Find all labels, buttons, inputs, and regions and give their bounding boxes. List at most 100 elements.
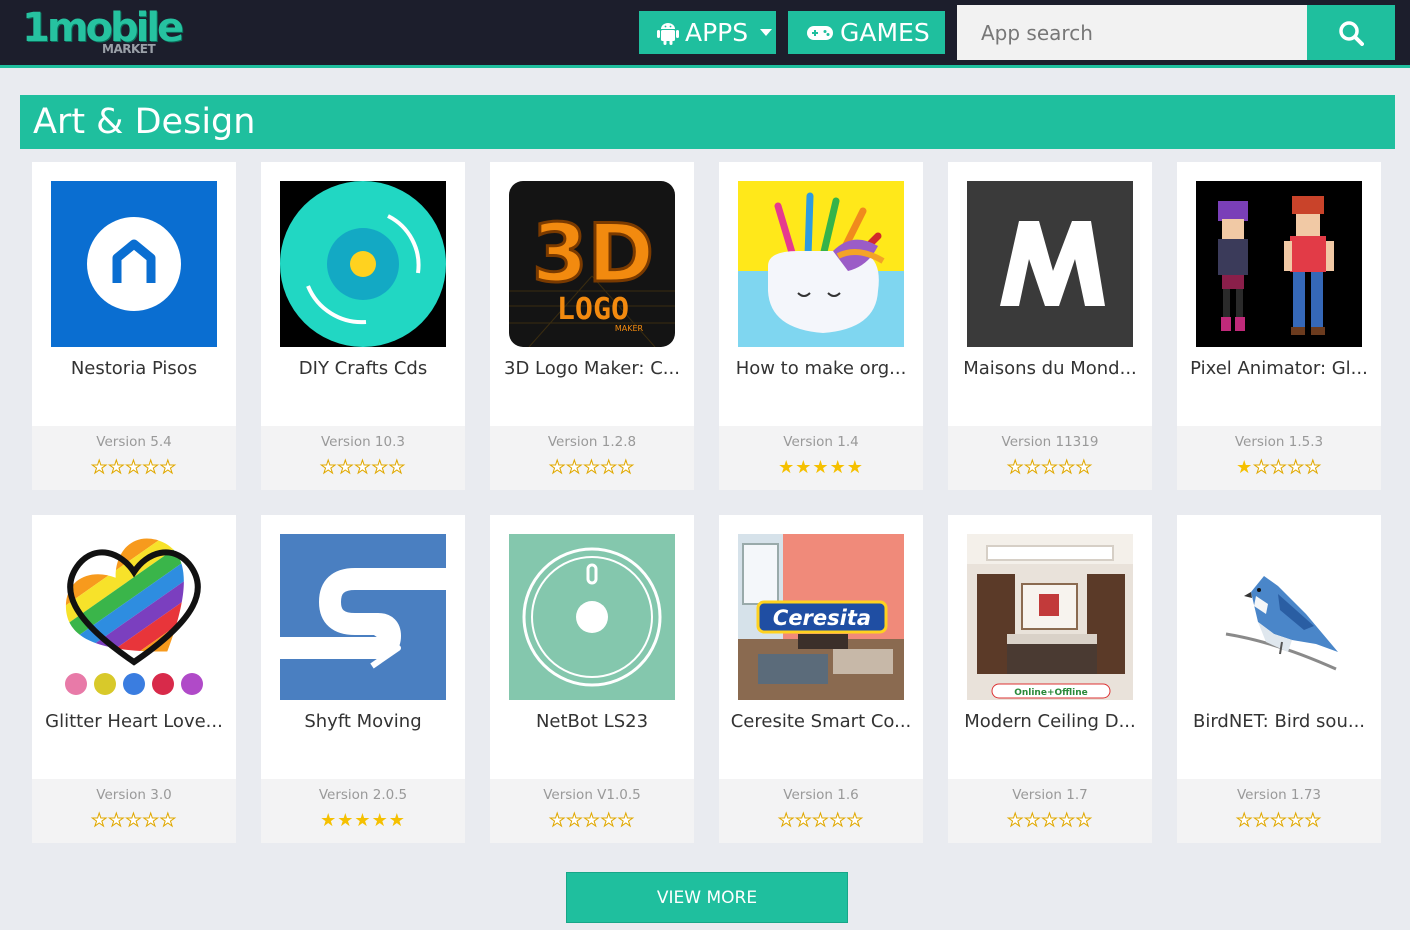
star-empty-icon: ★	[1007, 457, 1025, 478]
app-card[interactable]: 3D LOGO MAKER 3D Logo Maker: C... Versio…	[490, 162, 694, 490]
online-offline-label: Online+Offline	[1014, 688, 1088, 698]
app-version: Version 2.0.5	[318, 787, 408, 803]
star-empty-icon: ★	[812, 810, 830, 831]
app-card[interactable]: NetBot LS23 Version V1.0.5 ★★★★★	[490, 515, 694, 843]
app-card[interactable]: Maisons du Mond... Version 11319 ★★★★★	[948, 162, 1152, 490]
app-name: NetBot LS23	[535, 711, 649, 732]
rating-stars: ★★★★★	[1177, 810, 1381, 831]
ceresita-room-icon: Ceresita	[738, 534, 904, 700]
star-empty-icon: ★	[795, 810, 813, 831]
star-empty-icon: ★	[1075, 457, 1093, 478]
svg-text:LOGO: LOGO	[557, 292, 629, 327]
app-card[interactable]: Online+Offline Modern Ceiling D... Versi…	[948, 515, 1152, 843]
svg-text:3D: 3D	[532, 207, 654, 300]
apps-label: APPS	[685, 18, 749, 47]
search-button[interactable]	[1307, 5, 1395, 60]
star-empty-icon: ★	[1041, 457, 1059, 478]
app-version: Version 1.2.8	[547, 434, 637, 450]
star-filled-icon: ★	[354, 810, 372, 830]
star-empty-icon: ★	[388, 457, 406, 478]
app-card[interactable]: BirdNET: Bird sou... Version 1.73 ★★★★★	[1177, 515, 1381, 843]
3d-logo-icon: 3D LOGO MAKER	[509, 181, 675, 347]
app-name: Modern Ceiling D...	[964, 711, 1136, 732]
app-name: BirdNET: Bird sou...	[1192, 711, 1366, 732]
app-name: Maisons du Mond...	[963, 358, 1137, 379]
shyft-s-icon	[280, 534, 446, 700]
ceresita-label: Ceresita	[773, 606, 871, 630]
rating-stars: ★★★★★	[32, 457, 236, 478]
star-filled-icon: ★	[795, 457, 813, 477]
star-empty-icon: ★	[108, 457, 126, 478]
app-version: Version 3.0	[96, 787, 172, 803]
rating-stars: ★★★★★	[261, 457, 465, 478]
unicorn-pen-holder-icon	[738, 181, 904, 347]
app-name: Ceresite Smart Co...	[730, 711, 912, 732]
search-icon	[1339, 20, 1364, 46]
star-empty-icon: ★	[125, 810, 143, 831]
app-name: Shyft Moving	[304, 711, 422, 732]
view-more-button[interactable]: VIEW MORE	[566, 872, 848, 923]
rating-stars: ★★★★★	[948, 457, 1152, 478]
star-filled-icon: ★	[388, 810, 406, 830]
star-empty-icon: ★	[1058, 457, 1076, 478]
app-card[interactable]: Pixel Animator: Gl... Version 1.5.3 ★★★★…	[1177, 162, 1381, 490]
star-empty-icon: ★	[617, 810, 635, 831]
glitter-heart-icon	[51, 534, 217, 700]
star-empty-icon: ★	[354, 457, 372, 478]
nestoria-house-icon	[51, 181, 217, 347]
robot-vacuum-icon	[509, 534, 675, 700]
app-card[interactable]: Shyft Moving Version 2.0.5 ★★★★★	[261, 515, 465, 843]
star-filled-icon: ★	[829, 457, 847, 477]
site-logo[interactable]: 1mobile MARKET	[22, 6, 184, 60]
rating-stars: ★★★★★	[948, 810, 1152, 831]
rating-stars: ★★★★★	[490, 457, 694, 478]
app-name: DIY Crafts Cds	[298, 358, 428, 379]
star-empty-icon: ★	[829, 810, 847, 831]
star-filled-icon: ★	[812, 457, 830, 477]
app-card[interactable]: Ceresita Ceresite Smart Co... Version 1.…	[719, 515, 923, 843]
games-label: GAMES	[840, 18, 930, 47]
app-card[interactable]: DIY Crafts Cds Version 10.3 ★★★★★	[261, 162, 465, 490]
star-empty-icon: ★	[1253, 457, 1271, 478]
star-empty-icon: ★	[1007, 810, 1025, 831]
star-empty-icon: ★	[617, 457, 635, 478]
apps-menu-button[interactable]: APPS	[639, 11, 776, 54]
star-empty-icon: ★	[583, 810, 601, 831]
star-empty-icon: ★	[566, 810, 584, 831]
app-card[interactable]: How to make org... Version 1.4 ★★★★★	[719, 162, 923, 490]
star-empty-icon: ★	[549, 810, 567, 831]
star-empty-icon: ★	[1058, 810, 1076, 831]
app-search-input[interactable]	[957, 5, 1308, 60]
rating-stars: ★★★★★	[32, 810, 236, 831]
star-empty-icon: ★	[1253, 810, 1271, 831]
rating-stars: ★★★★★	[490, 810, 694, 831]
star-empty-icon: ★	[566, 457, 584, 478]
bedroom-ceiling-icon: Online+Offline	[967, 534, 1133, 700]
star-filled-icon: ★	[1236, 457, 1254, 477]
star-empty-icon: ★	[159, 457, 177, 478]
games-button[interactable]: GAMES	[788, 11, 945, 54]
chevron-down-icon	[760, 29, 773, 36]
android-icon	[657, 22, 679, 45]
app-name: How to make org...	[735, 358, 907, 379]
star-empty-icon: ★	[1304, 457, 1322, 478]
star-empty-icon: ★	[1287, 810, 1305, 831]
app-card[interactable]: Glitter Heart Love... Version 3.0 ★★★★★	[32, 515, 236, 843]
star-empty-icon: ★	[600, 810, 618, 831]
rating-stars: ★★★★★	[719, 457, 923, 478]
app-version: Version 1.73	[1237, 787, 1321, 803]
pixel-characters-icon	[1196, 181, 1362, 347]
logo-sub-text: MARKET	[102, 42, 156, 56]
star-empty-icon: ★	[1270, 457, 1288, 478]
star-empty-icon: ★	[549, 457, 567, 478]
app-name: Nestoria Pisos	[70, 358, 198, 379]
star-filled-icon: ★	[371, 810, 389, 830]
star-empty-icon: ★	[600, 457, 618, 478]
star-empty-icon: ★	[142, 457, 160, 478]
app-name: Pixel Animator: Gl...	[1190, 358, 1368, 379]
app-version: Version 1.7	[1012, 787, 1088, 803]
star-empty-icon: ★	[583, 457, 601, 478]
rating-stars: ★★★★★	[719, 810, 923, 831]
app-card[interactable]: Nestoria Pisos Version 5.4 ★★★★★	[32, 162, 236, 490]
star-empty-icon: ★	[159, 810, 177, 831]
